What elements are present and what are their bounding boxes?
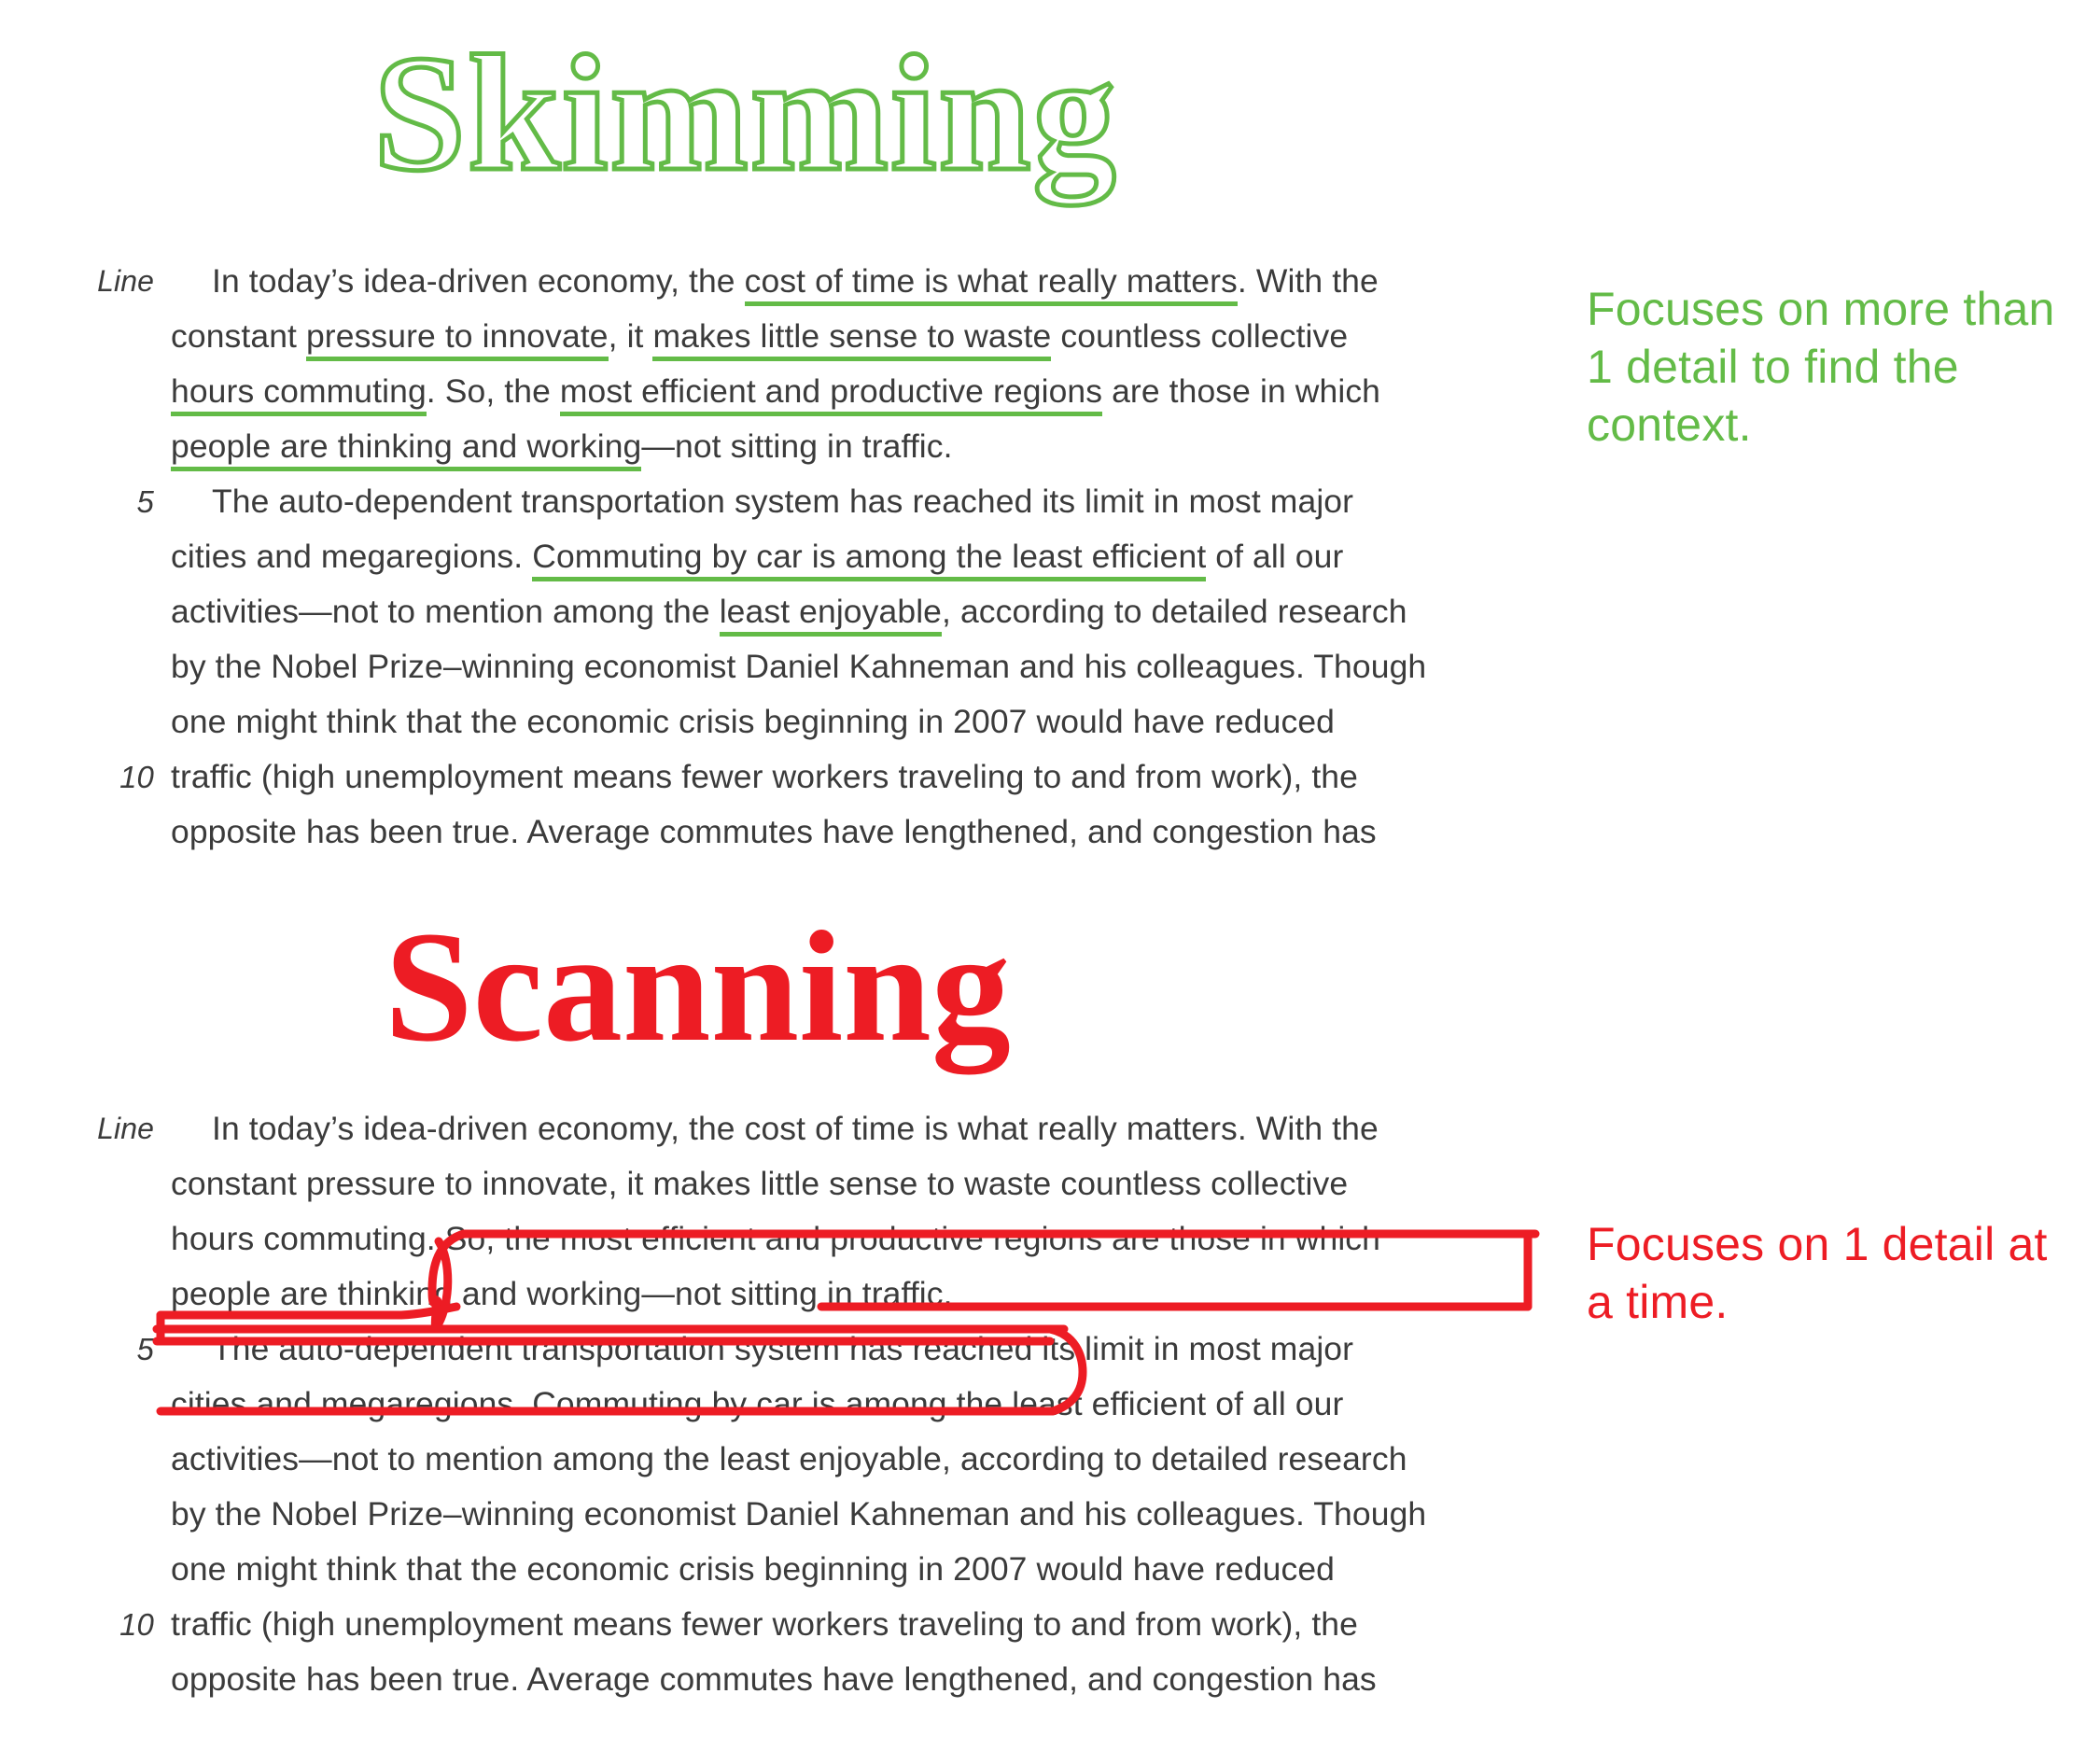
passage-line: Line In today’s idea-driven economy, the… [97, 1101, 1554, 1156]
passage-line: by the Nobel Prize–winning economist Dan… [98, 1487, 1554, 1542]
line-text: one might think that the economic crisis… [171, 703, 1336, 740]
line-text: people are thinking and working—not sitt… [171, 419, 953, 474]
line-number: 10 [119, 760, 154, 794]
highlight-phrase: people are thinking and working [171, 427, 642, 471]
passage-line: cities and megaregions. Commuting by car… [98, 1377, 1554, 1432]
line-text: The auto-dependent transportation system… [212, 1330, 1354, 1367]
highlight-phrase: cost of time is what really matters [744, 262, 1238, 306]
line-text: activities—not to mention among the leas… [171, 584, 1407, 639]
scanning-passage: Line In today’s idea-driven economy, the… [97, 1101, 1554, 1707]
line-text: cities and megaregions. Commuting by car… [171, 1385, 1344, 1422]
passage-line: hours commuting. So, the most efficient … [98, 1211, 1554, 1267]
passage-line: people are thinking and working—not sitt… [98, 1267, 1554, 1322]
line-text: by the Nobel Prize–winning economist Dan… [171, 1495, 1427, 1533]
line-text: traffic (high unemployment means fewer w… [171, 1605, 1358, 1643]
passage-line: opposite has been true. Average commutes… [98, 805, 1554, 860]
skimming-side-note: Focuses on more than 1 detail to find th… [1587, 283, 2055, 451]
line-text: opposite has been true. Average commutes… [171, 1660, 1377, 1698]
line-text: hours commuting. So, the most efficient … [171, 364, 1380, 419]
passage-line: people are thinking and working—not sitt… [98, 419, 1554, 474]
line-number: 5 [136, 1332, 154, 1366]
line-text: traffic (high unemployment means fewer w… [171, 758, 1358, 795]
passage-line: by the Nobel Prize–winning economist Dan… [98, 639, 1554, 694]
highlight-phrase: pressure to innovate [305, 317, 609, 361]
passage-line: one might think that the economic crisis… [98, 1542, 1554, 1597]
line-text: opposite has been true. Average commutes… [171, 813, 1377, 850]
skimming-passage: Line In today’s idea-driven economy, the… [97, 254, 1554, 860]
passage-line: constant pressure to innovate, it makes … [98, 1156, 1554, 1211]
highlight-phrase: hours commuting [171, 372, 427, 416]
passage-line: Line In today’s idea-driven economy, the… [97, 254, 1554, 309]
line-text: In today’s idea-driven economy, the cost… [212, 1110, 1379, 1147]
passage-line: activities—not to mention among the leas… [98, 584, 1554, 639]
line-text: In today’s idea-driven economy, the cost… [212, 254, 1379, 309]
line-text: activities—not to mention among the leas… [171, 1440, 1407, 1477]
line-text: cities and megaregions. Commuting by car… [171, 529, 1343, 584]
passage-line: 10 traffic (high unemployment means fewe… [98, 1597, 1554, 1652]
passage-line: 5 The auto-dependent transportation syst… [98, 1322, 1554, 1377]
line-number: 10 [119, 1607, 154, 1642]
highlight-phrase: least enjoyable [719, 593, 943, 637]
line-text: one might think that the economic crisis… [171, 1550, 1336, 1588]
highlight-phrase: makes little sense to waste [652, 317, 1052, 361]
highlight-phrase: Commuting by car is among the least effi… [532, 538, 1207, 581]
line-text: hours commuting. So, the most efficient … [171, 1220, 1380, 1257]
passage-line: activities—not to mention among the leas… [98, 1432, 1554, 1487]
passage-line: cities and megaregions. Commuting by car… [98, 529, 1554, 584]
passage-line: constant pressure to innovate, it makes … [98, 309, 1554, 364]
skimming-title: Skimming [371, 19, 1118, 208]
line-number: 5 [136, 484, 154, 519]
line-text: constant pressure to innovate, it makes … [171, 1165, 1349, 1202]
passage-line: one might think that the economic crisis… [98, 694, 1554, 749]
line-label: Line [97, 264, 154, 298]
line-label: Line [97, 1112, 154, 1145]
passage-line: 5 The auto-dependent transportation syst… [98, 474, 1554, 529]
line-text: by the Nobel Prize–winning economist Dan… [171, 648, 1427, 685]
passage-line: opposite has been true. Average commutes… [98, 1652, 1554, 1707]
passage-line: hours commuting. So, the most efficient … [98, 364, 1554, 419]
highlight-phrase: most efficient and productive regions [559, 372, 1103, 416]
line-text: people are thinking and working—not sitt… [171, 1275, 953, 1312]
line-text: The auto-dependent transportation system… [212, 483, 1354, 520]
scanning-side-note: Focuses on 1 detail at a time. [1587, 1218, 2048, 1328]
line-text: constant pressure to innovate, it makes … [171, 309, 1348, 364]
passage-line: 10 traffic (high unemployment means fewe… [98, 749, 1554, 805]
scanning-title: Scanning [385, 899, 1011, 1074]
